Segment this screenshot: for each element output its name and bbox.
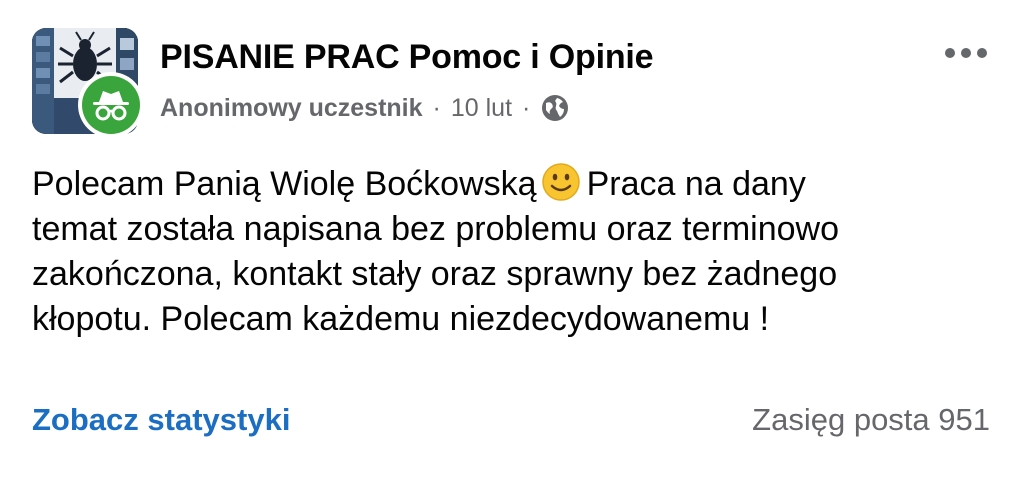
more-dot xyxy=(961,48,971,58)
more-options-icon[interactable] xyxy=(936,38,996,68)
post-date[interactable]: 10 lut xyxy=(451,94,512,123)
post-text-segment: Praca na dany xyxy=(586,165,806,203)
meta-separator: · xyxy=(432,93,441,122)
post-reach: Zasięg posta 951 xyxy=(752,402,990,437)
post-card: PISANIE PRAC Pomoc i Opinie Anonimowy uc… xyxy=(0,0,1024,491)
slightly-smiling-face-emoji xyxy=(541,162,581,202)
post-text-segment: Polecam Panią Wiolę Boćkowską xyxy=(32,165,537,203)
post-meta: Anonimowy uczestnik · 10 lut · xyxy=(160,90,570,126)
post-text-line: zakończona, kontakt stały oraz sprawny b… xyxy=(32,255,838,293)
post-text-line: kłopotu. Polecam każdemu niezdecydowanem… xyxy=(32,300,770,338)
author-name[interactable]: Anonimowy uczestnik xyxy=(160,94,423,123)
globe-icon[interactable] xyxy=(540,93,570,123)
more-dot xyxy=(945,48,955,58)
post-text-line: Polecam Panią Wiolę Boćkowską Praca na da… xyxy=(32,162,962,207)
post-text-line: temat została napisana bez problemu oraz… xyxy=(32,210,839,248)
view-insights-link[interactable]: Zobacz statystyki xyxy=(32,402,290,438)
post-footer: Zobacz statystyki Zasięg posta 951 xyxy=(32,398,990,442)
meta-separator: · xyxy=(522,93,531,122)
post-header: PISANIE PRAC Pomoc i Opinie Anonimowy uc… xyxy=(32,28,996,138)
post-text: Polecam Panią Wiolę Boćkowską Praca na da… xyxy=(32,162,962,342)
group-name-link[interactable]: PISANIE PRAC Pomoc i Opinie xyxy=(160,38,654,77)
more-dot xyxy=(977,48,987,58)
author-avatar[interactable] xyxy=(78,72,144,138)
incognito-icon xyxy=(82,76,140,134)
